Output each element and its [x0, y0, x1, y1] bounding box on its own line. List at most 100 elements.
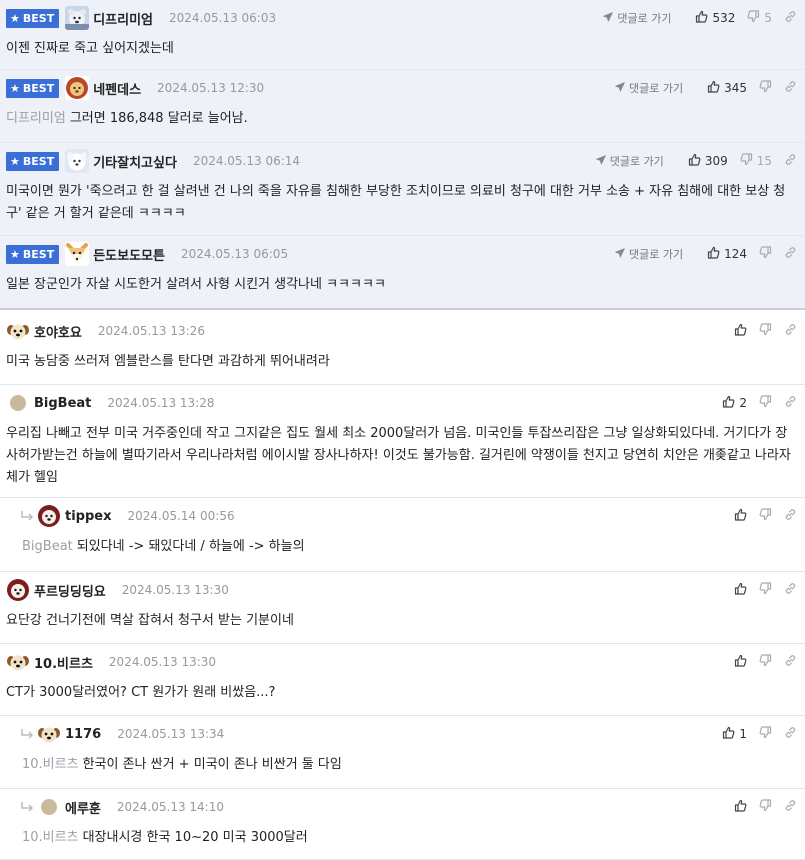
thumbs-up-icon — [734, 799, 747, 815]
author-nickname[interactable]: 디프리미엄 — [93, 9, 153, 28]
copy-link-button[interactable] — [784, 10, 797, 26]
mention-nickname[interactable]: 디프리미엄 — [6, 111, 66, 126]
comment: 호야호요 2024.05.13 13:26 미국 농담중 쓰러져 엠블란스를 탄다면… — [0, 313, 805, 385]
default-avatar[interactable] — [37, 795, 61, 819]
upvote-button[interactable] — [734, 582, 747, 598]
author-nickname[interactable]: 기타잘치고싶다 — [93, 152, 177, 171]
mention-nickname[interactable]: 10.비르츠 — [22, 757, 79, 772]
upvote-button[interactable] — [734, 323, 747, 339]
comment-date: 2024.05.13 06:03 — [169, 11, 277, 25]
downvote-button[interactable] — [759, 80, 772, 96]
comment-actions — [722, 572, 797, 608]
author-nickname[interactable]: 에루훈 — [65, 798, 101, 817]
copy-link-button[interactable] — [784, 323, 797, 339]
copy-link-button[interactable] — [784, 80, 797, 96]
polarbear-avatar[interactable] — [65, 6, 90, 30]
upvote-count: 2 — [739, 396, 747, 410]
puppy-avatar[interactable] — [6, 319, 30, 343]
goto-comment-link[interactable]: 댓글로 가기 — [603, 10, 671, 26]
fox-avatar[interactable] — [65, 242, 90, 266]
copy-link-button[interactable] — [784, 508, 797, 524]
best-badge: ★ BEST — [6, 244, 60, 264]
comment-date: 2024.05.13 06:14 — [192, 154, 301, 168]
downvote-button[interactable] — [759, 726, 772, 742]
lion-avatar[interactable] — [65, 76, 90, 100]
mention-nickname[interactable]: 10.비르츠 — [22, 830, 79, 845]
author-nickname[interactable]: BigBeat — [34, 396, 91, 411]
comment-body: 이젠 진짜로 죽고 싶어지겠는데 — [6, 41, 174, 56]
downvote-button[interactable]: 15 — [740, 153, 772, 169]
upvote-button[interactable]: 532 — [695, 10, 735, 26]
upvote-button[interactable] — [734, 508, 747, 524]
goto-comment-label: 댓글로 가기 — [628, 82, 684, 95]
upvote-button[interactable]: 1 — [722, 726, 747, 742]
copy-link-button[interactable] — [784, 726, 797, 742]
mention-nickname[interactable]: BigBeat — [22, 539, 73, 554]
goto-comment-link[interactable]: 댓글로 가기 — [615, 246, 683, 262]
white-dog-avatar[interactable] — [65, 149, 90, 173]
author-nickname[interactable]: tippex — [65, 509, 111, 524]
comment-date: 2024.05.13 14:10 — [116, 800, 224, 814]
copy-link-button[interactable] — [784, 582, 797, 598]
best-comment: ★ BEST 기타잘치고싶다 2024.05.13 06:14 댓글로 가기 309 15 미… — [0, 143, 805, 236]
author-nickname[interactable]: 네펜데스 — [93, 79, 141, 98]
default-avatar[interactable] — [6, 391, 30, 415]
comment-actions: 댓글로 가기 309 15 — [595, 143, 797, 179]
thumbs-up-icon — [695, 10, 708, 26]
goto-comment-link[interactable]: 댓글로 가기 — [615, 80, 683, 96]
link-icon — [784, 508, 797, 524]
comment-text: 디프리미엄 그러면 186,848 달러로 늘어남. — [6, 108, 795, 130]
comment-text: 요단강 건너기전에 멱살 잡혀서 청구서 받는 기분이네 — [6, 610, 795, 632]
comment-text: 10.비르츠 한국이 존나 싼거 + 미국이 존나 비싼거 둘 다임 — [22, 754, 795, 776]
comment-header: 푸르딩딩딩요 2024.05.13 13:30 — [6, 572, 229, 608]
red-dog-avatar[interactable] — [6, 578, 30, 602]
copy-link-button[interactable] — [784, 654, 797, 670]
comment-date: 2024.05.13 13:34 — [117, 727, 225, 741]
upvote-button[interactable]: 124 — [707, 246, 747, 262]
downvote-button[interactable] — [759, 323, 772, 339]
puppy-avatar[interactable] — [37, 722, 61, 746]
downvote-button[interactable]: 5 — [747, 10, 772, 26]
comment-actions: 2 — [710, 385, 797, 421]
comment-header: 호야호요 2024.05.13 13:26 — [6, 313, 205, 349]
downvote-button[interactable] — [759, 508, 772, 524]
comment-date: 2024.05.13 12:30 — [157, 81, 265, 95]
author-nickname[interactable]: 10.비르츠 — [34, 653, 93, 672]
author-nickname[interactable]: 든도보도모튼 — [93, 245, 165, 264]
comment-header: 에루훈 2024.05.13 14:10 — [20, 789, 224, 825]
upvote-button[interactable]: 309 — [688, 153, 728, 169]
copy-link-button[interactable] — [784, 153, 797, 169]
upvote-button[interactable] — [734, 799, 747, 815]
comment-body: 미국 농담중 쓰러져 엠블란스를 탄다면 과감하게 뛰어내려라 — [6, 354, 330, 369]
downvote-button[interactable] — [759, 799, 772, 815]
thumbs-down-icon — [759, 80, 772, 96]
best-comment: ★ BEST 디프리미엄 2024.05.13 06:03 댓글로 가기 532 5 이젠 진… — [0, 0, 805, 70]
best-badge-label: BEST — [22, 247, 55, 261]
comment-actions — [722, 313, 797, 349]
best-badge: ★ BEST — [6, 8, 60, 28]
star-icon: ★ — [10, 11, 20, 25]
upvote-button[interactable] — [734, 654, 747, 670]
comment-date: 2024.05.13 13:30 — [108, 655, 217, 669]
downvote-button[interactable] — [759, 582, 772, 598]
reply-arrow-icon — [20, 510, 34, 522]
goto-comment-link[interactable]: 댓글로 가기 — [595, 153, 664, 169]
copy-link-button[interactable] — [784, 246, 797, 262]
upvote-button[interactable]: 345 — [707, 80, 747, 96]
downvote-button[interactable] — [759, 395, 772, 411]
thumbs-up-icon — [707, 80, 720, 96]
thumbs-up-icon — [688, 153, 701, 169]
comment-body: 우리집 나빼고 전부 미국 거주중인데 작고 그지같은 집도 월세 최소 200… — [6, 426, 791, 485]
red-dog-avatar[interactable] — [37, 504, 61, 528]
puppy-avatar[interactable] — [6, 650, 30, 674]
downvote-button[interactable] — [759, 654, 772, 670]
downvote-button[interactable] — [759, 246, 772, 262]
comment-text: 이젠 진짜로 죽고 싶어지겠는데 — [6, 38, 795, 60]
copy-link-button[interactable] — [784, 799, 797, 815]
author-nickname[interactable]: 푸르딩딩딩요 — [34, 581, 106, 600]
author-nickname[interactable]: 호야호요 — [34, 322, 82, 341]
copy-link-button[interactable] — [784, 395, 797, 411]
send-icon — [603, 11, 617, 25]
author-nickname[interactable]: 1176 — [65, 727, 101, 742]
upvote-button[interactable]: 2 — [722, 395, 747, 411]
